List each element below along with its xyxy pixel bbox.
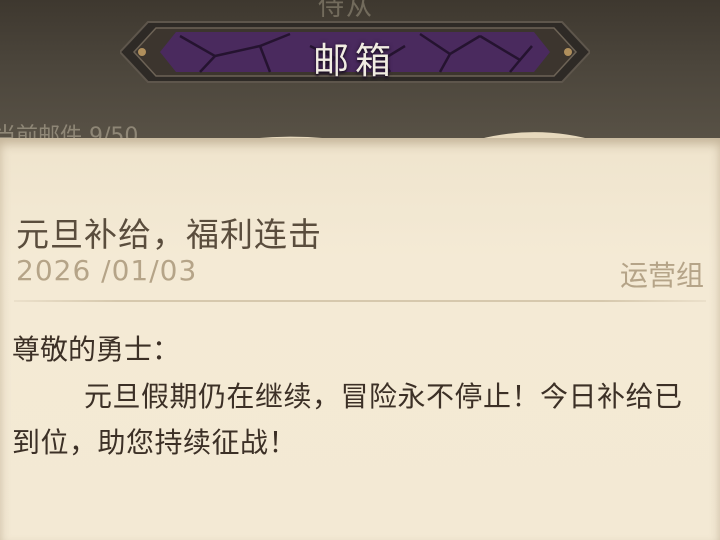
banner-title: 邮箱: [312, 41, 397, 82]
mail-sender: 运营组: [619, 259, 704, 292]
mail-body: 元旦假期仍在继续，冒险永不停止！今日补给已到位，助您持续征战！: [12, 380, 683, 459]
mail-greeting: 尊敬的勇士：: [12, 333, 181, 366]
mail-subject: 元旦补给，福利连击: [16, 215, 322, 254]
mail-header-divider: [14, 300, 706, 302]
mail-date: 2026 /01/03: [16, 254, 198, 287]
mailbox-title-banner: 邮箱: [120, 16, 590, 88]
